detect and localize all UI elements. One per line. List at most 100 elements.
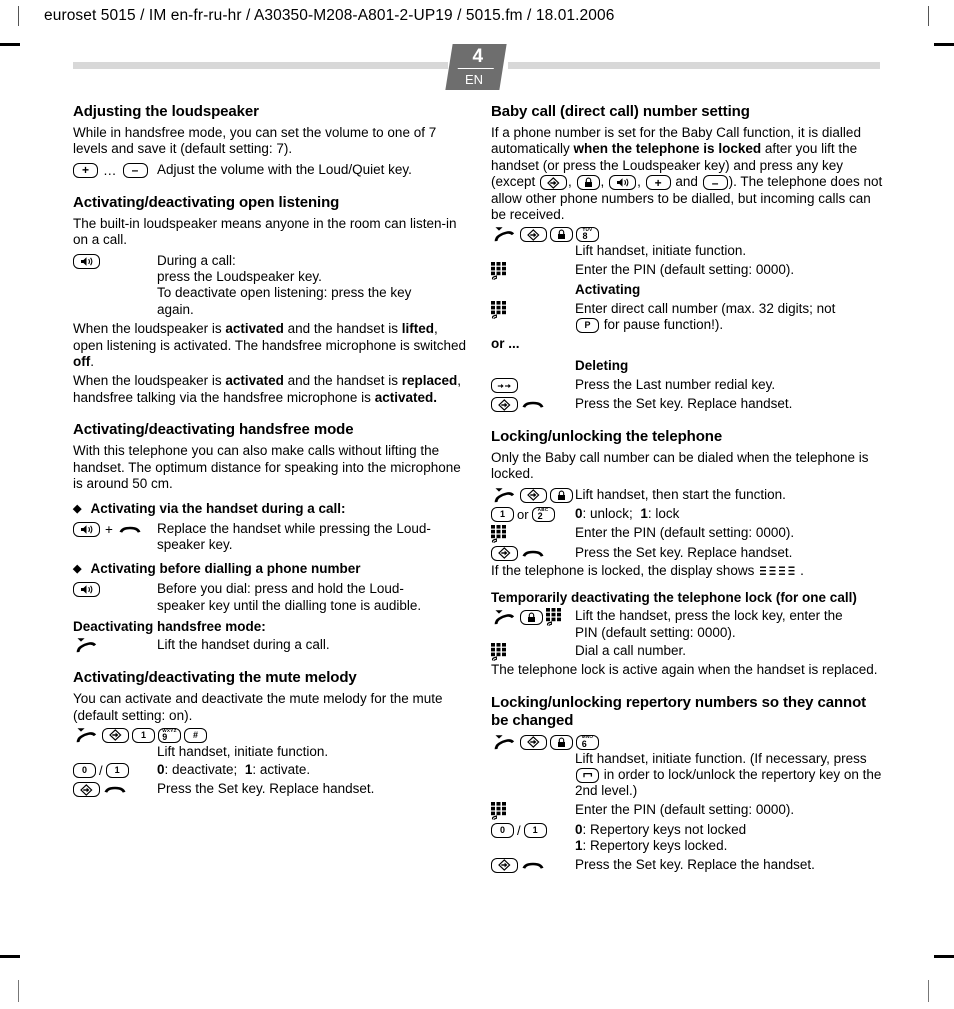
set-key-icon — [491, 397, 518, 413]
right-column: Baby call (direct call) number setting I… — [491, 103, 887, 875]
step-lock-save: Press the Set key. Replace handset. — [491, 544, 887, 562]
step-text: Lift handset, initiate function. (If nec… — [575, 751, 887, 800]
bullet-activating-before-dialling: ◆ Activating before dialling a phone num… — [73, 560, 469, 578]
step-baby-call-start: TUV 8 Lift handset, initiate function. — [491, 226, 887, 259]
digit-1-key-icon: 1 — [523, 822, 547, 838]
value-0: 0 — [157, 762, 165, 778]
text-part: : Repertory keys locked. — [582, 838, 728, 854]
subheading-deleting-row: Deleting — [491, 357, 887, 375]
step-text: Enter the PIN (default setting: 0000). — [575, 261, 795, 277]
step-lock-unlock-choice: 1 or ABC 2 0: unlock; 1: lock — [491, 505, 887, 523]
text-bold: activated — [225, 321, 284, 337]
paragraph-adjusting-loudspeaker: While in handsfree mode, you can set the… — [73, 125, 437, 157]
step-text: 0: deactivate; 1: activate. — [157, 761, 469, 778]
text-part: When the loudspeaker is — [73, 373, 226, 389]
value-0: 0 — [575, 821, 583, 837]
step-icons — [491, 395, 575, 413]
lift-handset-icon — [491, 487, 517, 504]
paragraph-locked-display: If the telephone is locked, the display … — [491, 563, 887, 579]
crop-mark-top-left — [18, 6, 19, 26]
text-part: : unlock; — [582, 505, 633, 521]
step-text: Lift handset, then start the function. — [575, 486, 786, 502]
set-key-icon — [73, 782, 100, 798]
replace-handset-icon — [103, 784, 127, 795]
lift-handset-icon — [73, 637, 99, 654]
heading-open-listening: Activating/deactivating open listening — [73, 193, 340, 211]
bullet-activating-during-call: ◆ Activating via the handset during a ca… — [73, 500, 469, 518]
plus-key-icon: + — [73, 162, 98, 178]
text-bold: when the telephone is locked — [573, 141, 762, 157]
set-key-icon — [491, 545, 518, 561]
step-icons: 0 / 1 — [491, 821, 575, 839]
step-repertory-save: Press the Set key. Replace the handset. — [491, 856, 887, 874]
separator-slash: / — [517, 822, 521, 838]
plus-key-icon: + — [645, 175, 671, 191]
or-label: or ... — [491, 335, 520, 351]
step-text: Lift the handset, press the lock key, en… — [575, 607, 887, 641]
text-part: . — [90, 354, 95, 370]
text-part: When the loudspeaker is — [73, 321, 226, 337]
step-lock-start: Lift handset, then start the function. — [491, 486, 887, 504]
set-key-icon — [520, 487, 547, 503]
set-key-icon — [102, 727, 129, 743]
lift-handset-icon — [491, 734, 517, 751]
loudspeaker-key-icon — [73, 582, 100, 598]
diamond-bullet-icon: ◆ — [73, 563, 82, 576]
text-part: If the telephone is locked, the display … — [491, 562, 759, 578]
step-text: Press the Set key. Replace handset. — [575, 396, 793, 412]
lock-key-icon — [550, 487, 573, 503]
step-text: Enter the PIN (default setting: 0000). — [575, 801, 795, 817]
digit-label: 1 — [140, 729, 146, 740]
digit-1-key-icon: 1 — [132, 727, 155, 743]
digit-label: # — [192, 729, 198, 740]
crop-mark-bottom-right-v — [928, 980, 929, 1002]
step-line-4: again. — [157, 301, 194, 317]
text-part: and — [671, 174, 702, 190]
digit-number: 6 — [581, 738, 587, 749]
loudspeaker-key-icon — [73, 253, 100, 269]
crop-mark-right — [934, 43, 954, 46]
diamond-bullet-icon: ◆ — [73, 502, 82, 515]
digit-label: 0 — [81, 765, 87, 776]
step-dial-number: Dial a call number. — [491, 642, 887, 662]
minus-key-icon: – — [702, 175, 728, 191]
step-icons — [491, 856, 575, 874]
text-part: and the handset is — [283, 321, 402, 337]
keypad-icon — [491, 300, 508, 319]
crop-mark-bottom-left — [0, 955, 20, 958]
step-text: Press the Set key. Replace the handset. — [575, 856, 815, 872]
digit-label: MNO 6 — [582, 735, 594, 748]
subheading-deleting: Deleting — [575, 357, 887, 374]
pause-key-icon: P — [576, 318, 599, 334]
step-baby-call-save: Press the Set key. Replace handset. — [491, 395, 887, 413]
step-icons — [491, 544, 575, 562]
text-part: . — [800, 562, 804, 578]
step-line-2: speaker key. — [157, 536, 233, 552]
step-text: Lift handset, initiate function. — [575, 243, 747, 259]
page-number: 4 — [472, 46, 484, 67]
step-activate-during-call: + Replace the handset while pressing the… — [73, 520, 469, 554]
set-key-icon — [520, 734, 547, 750]
step-icons: + … – — [73, 161, 157, 179]
step-deactivate-handsfree: Lift the handset during a call. — [73, 636, 469, 654]
paragraph-baby-call: If a phone number is set for the Baby Ca… — [491, 125, 887, 223]
step-icons: 1 or ABC 2 — [491, 505, 575, 523]
subheading-label: Activating — [575, 281, 641, 297]
step-open-listening: During a call: press the Loudspeaker key… — [73, 252, 469, 319]
step-line-2: press the Loudspeaker key. — [157, 269, 322, 285]
keypad-icon — [546, 608, 563, 627]
step-text: Lift handset, initiate function. — [157, 743, 329, 759]
digit-6-key-icon: MNO 6 — [576, 734, 599, 750]
text-bold: lifted — [401, 321, 434, 337]
text-bold: replaced — [401, 373, 458, 389]
heading-temporarily-deactivating: Temporarily deactivating the telephone l… — [491, 590, 857, 606]
digit-0-key-icon: 0 — [73, 763, 96, 779]
keypad-icon — [491, 524, 508, 543]
text-part: : activate. — [252, 762, 311, 778]
step-repertory-choice: 0 / 1 0: Repertory keys not locked 1: Re… — [491, 821, 887, 855]
step-icons — [491, 801, 575, 820]
step-mute-melody-save: Press the Set key. Replace handset. — [73, 780, 469, 798]
digit-number: 9 — [162, 731, 168, 742]
digit-8-key-icon: TUV 8 — [576, 227, 599, 243]
crop-mark-left — [0, 43, 20, 46]
